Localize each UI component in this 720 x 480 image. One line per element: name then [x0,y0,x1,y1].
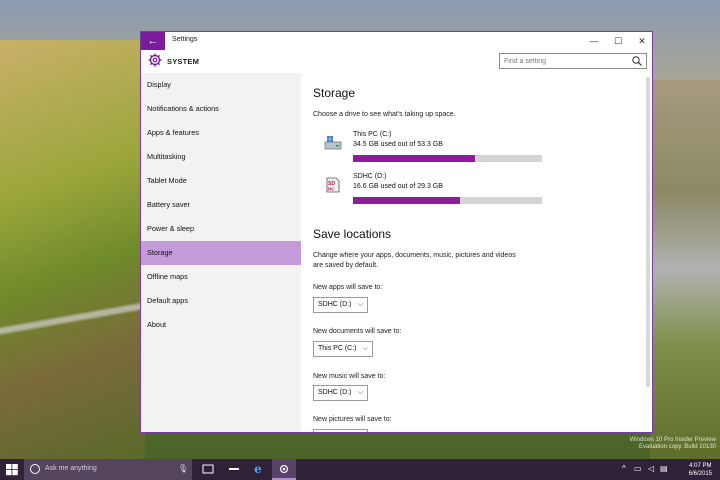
music-save-value: SDHC (D:) [318,389,352,396]
storage-usage-fill [353,197,461,204]
storage-usage-fill [353,155,476,162]
storage-heading: Storage [313,86,356,100]
task-view-icon[interactable] [196,459,220,480]
save-locations-desc-1: Change where your apps, documents, music… [313,252,516,259]
action-center-icon[interactable]: ▤ [660,464,668,473]
apps-save-value: SDHC (D:) [318,301,352,308]
cortana-placeholder: Ask me anything [45,465,97,472]
maximize-button[interactable]: ☐ [607,33,629,49]
search-icon[interactable] [631,55,643,67]
sidebar-item-storage[interactable]: Storage [141,241,301,265]
minimize-button[interactable]: — [583,33,605,49]
sidebar-item-tablet-mode[interactable]: Tablet Mode [141,169,301,193]
drive-sdhc[interactable]: SD HC SDHC (D:) 16.6 GB used out of 29.3… [323,173,542,213]
drive-usage: 16.6 GB used out of 29.3 GB [353,183,443,190]
sidebar-item-power-sleep[interactable]: Power & sleep [141,217,301,241]
sidebar-item-default-apps[interactable]: Default apps [141,289,301,313]
network-icon[interactable]: ▭ [634,464,642,473]
sidebar-item-about[interactable]: About [141,313,301,337]
svg-text:HC: HC [328,187,335,192]
storage-page: Storage Choose a drive to see what's tak… [301,73,642,432]
volume-icon[interactable]: ◁ [648,464,654,473]
tray-chevron-icon[interactable]: ^ [622,464,626,473]
pc-drive-icon [324,136,342,150]
sidebar-item-display[interactable]: Display [141,73,301,97]
windows-start-icon[interactable] [5,459,19,480]
apps-save-dropdown[interactable]: SDHC (D:) ⌵ [313,297,368,313]
chevron-down-icon: ⌵ [362,345,368,352]
back-button[interactable]: ← [141,32,165,50]
scrollbar[interactable] [646,77,650,387]
apps-save-label: New apps will save to: [313,284,383,291]
watermark-line-1: Windows 10 Pro Insider Preview [629,437,716,443]
sidebar-item-offline-maps[interactable]: Offline maps [141,265,301,289]
documents-save-value: This PC (C:) [318,345,357,352]
sd-card-icon: SD HC [326,177,340,193]
documents-save-dropdown[interactable]: This PC (C:) ⌵ [313,341,373,357]
gear-icon [148,53,162,67]
settings-window: ← Settings — ☐ ✕ SYSTEM Find a setting D… [140,31,653,433]
internet-explorer-icon[interactable]: e [246,459,270,480]
settings-taskbar-icon[interactable] [272,459,296,480]
taskbar: Ask me anything 🎙 e ^ ▭ ◁ ▤ 4:07 PM 6/6/… [0,459,720,480]
title-bar[interactable]: ← Settings — ☐ ✕ [141,32,652,50]
section-title: SYSTEM [167,57,200,66]
microphone-icon[interactable]: 🎙 [178,464,188,473]
sidebar-nav: Display Notifications & actions Apps & f… [141,73,301,432]
storage-usage-bar [353,197,542,204]
section-header: SYSTEM [141,50,652,72]
music-save-label: New music will save to: [313,373,386,380]
clock-time: 4:07 PM [689,463,712,469]
drive-name: SDHC (D:) [353,173,387,180]
close-icon: ✕ [638,36,646,46]
sidebar-item-multitasking[interactable]: Multitasking [141,145,301,169]
window-title: Settings [172,36,198,43]
back-arrow-icon: ← [147,35,159,47]
build-watermark: Windows 10 Pro Insider Preview Evaluatio… [596,437,716,451]
sidebar-item-battery-saver[interactable]: Battery saver [141,193,301,217]
find-setting-search[interactable] [499,53,647,69]
cortana-icon [30,464,40,474]
storage-usage-bar [353,155,542,162]
pictures-save-dropdown[interactable] [313,429,368,432]
desktop-wallpaper-road [0,300,145,340]
chevron-down-icon: ⌵ [357,301,363,308]
chevron-down-icon: ⌵ [357,389,363,396]
sidebar-item-apps-features[interactable]: Apps & features [141,121,301,145]
documents-save-label: New documents will save to: [313,328,402,335]
desktop-wallpaper-left [0,40,145,460]
watermark-line-2: Evaluation copy. Build 10130 [639,444,716,450]
music-save-dropdown[interactable]: SDHC (D:) ⌵ [313,385,368,401]
drive-this-pc[interactable]: This PC (C:) 34.5 GB used out of 53.3 GB [323,131,542,171]
clock-date: 6/6/2015 [688,471,712,477]
taskbar-clock[interactable]: 4:07 PM 6/6/2015 [689,462,712,478]
taskbar-app-icon[interactable] [222,459,246,480]
close-button[interactable]: ✕ [631,33,652,49]
save-locations-desc-2: are saved by default. [313,262,378,269]
sidebar-item-notifications[interactable]: Notifications & actions [141,97,301,121]
desktop-wallpaper-right [650,80,720,460]
search-input[interactable] [504,56,624,67]
maximize-icon: ☐ [613,36,623,46]
drive-name: This PC (C:) [353,131,392,138]
minimize-icon: — [589,36,599,46]
cortana-search-box[interactable]: Ask me anything 🎙 [24,459,192,480]
pictures-save-label: New pictures will save to: [313,416,392,423]
drive-usage: 34.5 GB used out of 53.3 GB [353,141,443,148]
save-locations-heading: Save locations [313,227,392,241]
storage-subtitle: Choose a drive to see what's taking up s… [313,111,456,118]
